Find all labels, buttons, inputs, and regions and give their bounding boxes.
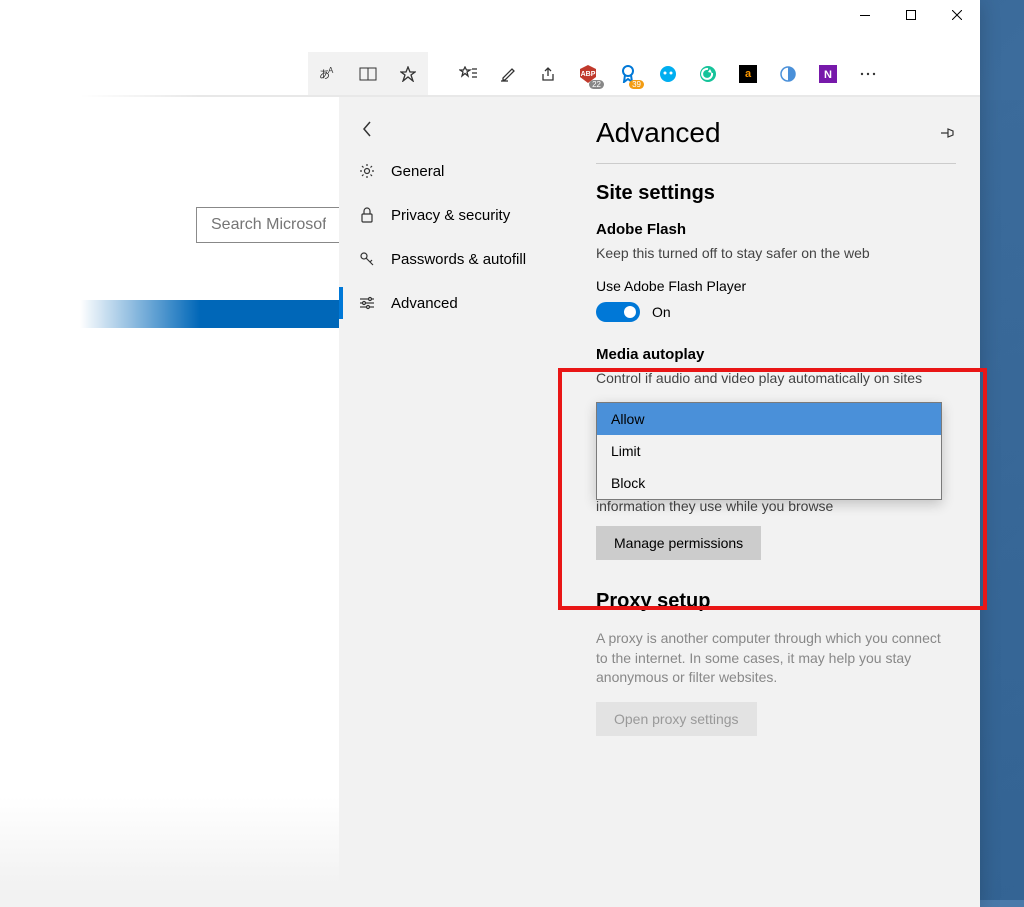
nav-label: Advanced: [391, 295, 458, 312]
favorites-list-icon[interactable]: [448, 54, 488, 94]
reading-view-icon[interactable]: [348, 54, 388, 94]
page-banner: [0, 300, 340, 328]
flash-title: Adobe Flash: [596, 221, 956, 238]
amazon-icon[interactable]: a: [728, 54, 768, 94]
manage-permissions-button[interactable]: Manage permissions: [596, 526, 761, 560]
sliders-icon: [355, 296, 379, 310]
nav-label: General: [391, 163, 444, 180]
grammarly-icon[interactable]: [688, 54, 728, 94]
adblock-icon[interactable]: ABP 22: [568, 54, 608, 94]
translate-icon[interactable]: あA: [308, 54, 348, 94]
dropdown-option-block[interactable]: Block: [597, 467, 941, 499]
more-icon[interactable]: [848, 54, 888, 94]
share-icon[interactable]: [528, 54, 568, 94]
svg-text:ABP: ABP: [581, 71, 596, 78]
maximize-button[interactable]: [888, 0, 934, 30]
dropdown-option-allow[interactable]: Allow: [597, 403, 941, 435]
key-icon: [355, 251, 379, 267]
nav-item-advanced[interactable]: Advanced: [339, 281, 572, 325]
rewards-badge: 39: [629, 80, 644, 89]
favorite-star-icon[interactable]: [388, 54, 428, 94]
svg-text:A: A: [328, 66, 334, 75]
pin-icon[interactable]: [940, 126, 956, 140]
flash-toggle-state: On: [652, 304, 671, 320]
nav-item-privacy[interactable]: Privacy & security: [339, 193, 572, 237]
autoplay-desc: Control if audio and video play automati…: [596, 369, 956, 389]
browser-toolbar: あA ABP 22 39 a N: [0, 52, 980, 96]
extension-icon[interactable]: [768, 54, 808, 94]
minimize-button[interactable]: [842, 0, 888, 30]
proxy-desc: A proxy is another computer through whic…: [596, 629, 956, 688]
adblock-badge: 22: [589, 80, 604, 89]
notes-icon[interactable]: [488, 54, 528, 94]
browser-window: あA ABP22 39 a N General Pr: [0, 0, 980, 907]
window-titlebar: [0, 0, 980, 30]
panel-title: Advanced: [596, 117, 721, 149]
autoplay-title: Media autoplay: [596, 346, 956, 363]
lock-icon: [355, 207, 379, 223]
search-input[interactable]: [196, 207, 341, 243]
nav-item-passwords[interactable]: Passwords & autofill: [339, 237, 572, 281]
nav-item-general[interactable]: General: [339, 149, 572, 193]
permissions-desc-partial: information they use while you browse: [596, 498, 956, 514]
settings-content: Advanced Site settings Adobe Flash Keep …: [572, 97, 980, 907]
dropdown-option-limit[interactable]: Limit: [597, 435, 941, 467]
flash-desc: Keep this turned off to stay safer on th…: [596, 244, 956, 264]
nav-label: Privacy & security: [391, 207, 510, 224]
flash-toggle-label: Use Adobe Flash Player: [596, 278, 956, 294]
svg-text:a: a: [745, 68, 752, 80]
flash-toggle[interactable]: [596, 302, 640, 322]
settings-nav: General Privacy & security Passwords & a…: [339, 97, 572, 907]
nav-label: Passwords & autofill: [391, 251, 526, 268]
settings-flyout: General Privacy & security Passwords & a…: [339, 97, 980, 907]
section-proxy: Proxy setup: [596, 590, 956, 613]
close-button[interactable]: [934, 0, 980, 30]
rewards-icon[interactable]: 39: [608, 54, 648, 94]
section-site-settings: Site settings: [596, 182, 956, 205]
onenote-icon[interactable]: N: [808, 54, 848, 94]
gear-icon: [355, 163, 379, 179]
ghostery-icon[interactable]: [648, 54, 688, 94]
svg-text:N: N: [824, 69, 832, 81]
back-button[interactable]: [345, 109, 389, 149]
open-proxy-button[interactable]: Open proxy settings: [596, 702, 757, 736]
